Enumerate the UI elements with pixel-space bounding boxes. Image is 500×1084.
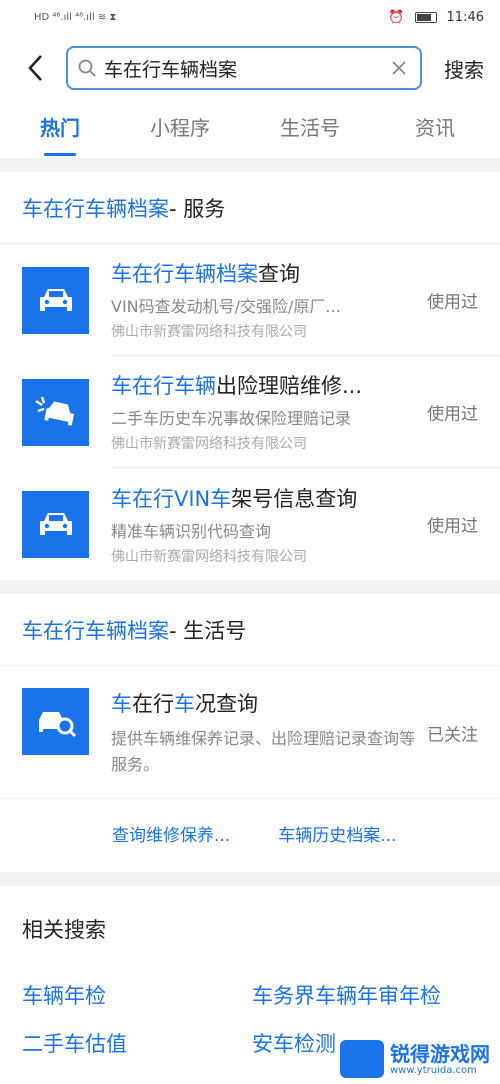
status-bar: HD ⁴⁶.ıll ⁴⁶.ıll ≋ ⧗ ⏰ 11:46: [0, 0, 500, 34]
site-watermark: 锐得游戏网 www.ytruida.com: [340, 1040, 490, 1078]
watermark-url: www.ytruida.com: [390, 1064, 477, 1076]
follow-status[interactable]: 已关注: [427, 721, 478, 746]
search-button[interactable]: 搜索: [444, 54, 484, 83]
search-icon: [78, 59, 96, 77]
search-header: 搜索: [0, 34, 500, 102]
services-section-title: 车在行车辆档案 - 服务: [0, 172, 500, 244]
car-crash-icon: [22, 378, 89, 446]
car-icon: [22, 490, 89, 558]
chevron-left-icon: [28, 55, 42, 81]
usage-status: 使用过: [427, 292, 478, 312]
life-account-section: 车在行车辆档案 - 生活号 车在行车况查询 提供车辆维保养记录、出险理赔记录查询…: [0, 594, 500, 872]
service-item[interactable]: 车在行车辆出险理赔维修... 二手车历史车况事故保险理赔记录 佛山市新赛雷网络科…: [0, 356, 500, 468]
maintenance-link[interactable]: 查询维修保养...: [112, 821, 230, 846]
service-item[interactable]: 车在行车辆档案查询 VIN码查发动机号/交强险/原厂... 佛山市新赛雷网络科技…: [0, 244, 500, 356]
search-input[interactable]: [104, 57, 388, 79]
close-icon: [392, 61, 406, 75]
tab-hot[interactable]: 热门: [40, 102, 80, 158]
service-title: 车在行车辆档案查询: [111, 262, 300, 286]
back-button[interactable]: [18, 48, 52, 88]
alarm-icon: ⏰: [388, 9, 405, 25]
history-link[interactable]: 车辆历史档案...: [278, 821, 396, 846]
service-org: 佛山市新赛雷网络科技有限公司: [111, 324, 307, 340]
service-title: 车在行VIN车架号信息查询: [111, 486, 358, 511]
related-search-title: 相关搜索: [22, 918, 106, 942]
related-search-item[interactable]: 车务界车辆年审年检: [252, 972, 482, 1020]
tab-news[interactable]: 资讯: [415, 102, 455, 158]
search-box[interactable]: [66, 46, 422, 90]
tab-bar: 热门 小程序 生活号 资讯: [0, 102, 500, 158]
life-title: 车在行车况查询: [111, 692, 258, 716]
service-desc: 二手车历史车况事故保险理赔记录: [111, 409, 352, 428]
usage-status: 使用过: [427, 404, 478, 424]
gamepad-logo-icon: [340, 1040, 384, 1078]
life-section-title: 车在行车辆档案 - 生活号: [0, 594, 500, 666]
service-org: 佛山市新赛雷网络科技有限公司: [111, 548, 307, 565]
usage-status: 使用过: [427, 516, 478, 537]
life-account-item[interactable]: 车在行车况查询 提供车辆维保养记录、出险理赔记录查询等服务。 已关注: [0, 666, 500, 798]
battery-icon: [414, 11, 437, 23]
service-title: 车在行车辆出险理赔维修...: [111, 374, 363, 398]
service-desc: 精准车辆识别代码查询: [111, 521, 272, 541]
service-item[interactable]: 车在行VIN车架号信息查询 精准车辆识别代码查询 佛山市新赛雷网络科技有限公司 …: [0, 468, 500, 580]
car-search-icon: [22, 688, 89, 755]
service-org: 佛山市新赛雷网络科技有限公司: [111, 436, 307, 452]
clock: 11:46: [446, 9, 484, 25]
life-links: 查询维修保养... 车辆历史档案...: [0, 798, 500, 872]
services-section: 车在行车辆档案 - 服务 车在行车辆档案查询 VIN码查发动机号/交强险/原厂.…: [0, 172, 500, 580]
related-search-item[interactable]: 二手车估值: [22, 1020, 252, 1068]
tab-mini-programs[interactable]: 小程序: [150, 102, 210, 158]
related-search-item[interactable]: 车辆年检: [22, 972, 252, 1020]
life-desc: 提供车辆维保养记录、出险理赔记录查询等服务。: [111, 729, 416, 774]
watermark-text: 锐得游戏网: [390, 1041, 490, 1066]
tab-life-accounts[interactable]: 生活号: [280, 102, 340, 158]
signal-indicators: HD ⁴⁶.ıll ⁴⁶.ıll ≋ ⧗: [34, 11, 117, 23]
service-desc: VIN码查发动机号/交强险/原厂...: [111, 297, 341, 316]
car-icon: [22, 266, 89, 334]
clear-button[interactable]: [388, 57, 410, 79]
